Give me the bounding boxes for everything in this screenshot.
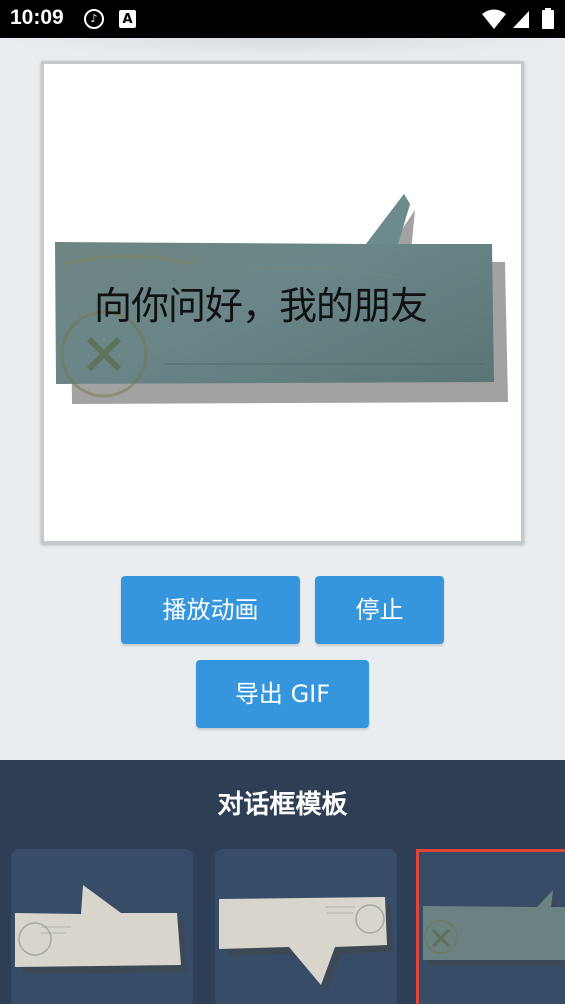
music-app-icon: ♪ xyxy=(84,9,104,29)
play-animation-button[interactable]: 播放动画 xyxy=(121,576,300,644)
template-card-paper-tail-down[interactable] xyxy=(215,849,397,1004)
preview-canvas: 向你问好，我的朋友 xyxy=(41,61,524,544)
top-shade xyxy=(0,38,565,58)
a-app-icon: A xyxy=(119,10,136,28)
stop-button[interactable]: 停止 xyxy=(315,576,444,644)
battery-icon xyxy=(542,8,554,29)
paper-bubble-thumbnail xyxy=(15,885,187,974)
bubble-text: 向你问好，我的朋友 xyxy=(94,284,428,328)
signal-icon xyxy=(513,11,529,28)
wifi-icon xyxy=(482,9,506,29)
template-card-teal-stamp[interactable] xyxy=(416,849,565,1004)
panel-title: 对话框模板 xyxy=(217,790,348,820)
status-bar: 10:09 ♪ A xyxy=(0,0,565,38)
paper-bubble-thumbnail xyxy=(219,897,393,992)
template-card-paper-tail-up[interactable] xyxy=(11,849,193,1004)
teal-bubble-thumbnail xyxy=(423,890,565,966)
export-gif-button[interactable]: 导出 GIF xyxy=(196,660,369,728)
status-time: 10:09 xyxy=(10,6,64,29)
template-panel: 对话框模板 xyxy=(0,760,565,1004)
